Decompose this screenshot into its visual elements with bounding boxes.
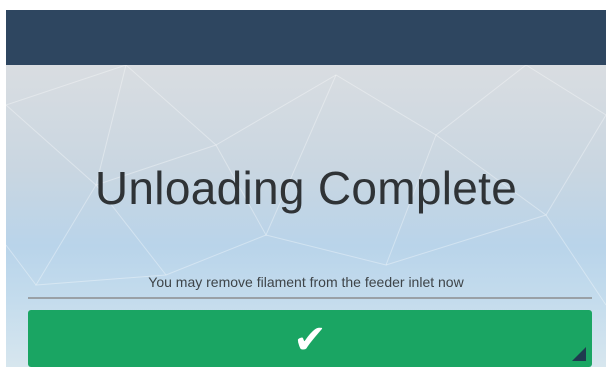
check-icon: ✔ — [293, 317, 327, 363]
dialog-background: Unloading Complete You may remove filame… — [6, 65, 606, 367]
printer-screen: Unloading Complete You may remove filame… — [6, 10, 606, 367]
dialog-message: You may remove filament from the feeder … — [148, 274, 464, 290]
confirm-button[interactable]: ✔ — [28, 310, 592, 367]
corner-triangle-icon — [572, 347, 586, 361]
top-bar — [6, 10, 606, 65]
dialog-title: Unloading Complete — [94, 162, 518, 214]
divider — [28, 297, 592, 299]
